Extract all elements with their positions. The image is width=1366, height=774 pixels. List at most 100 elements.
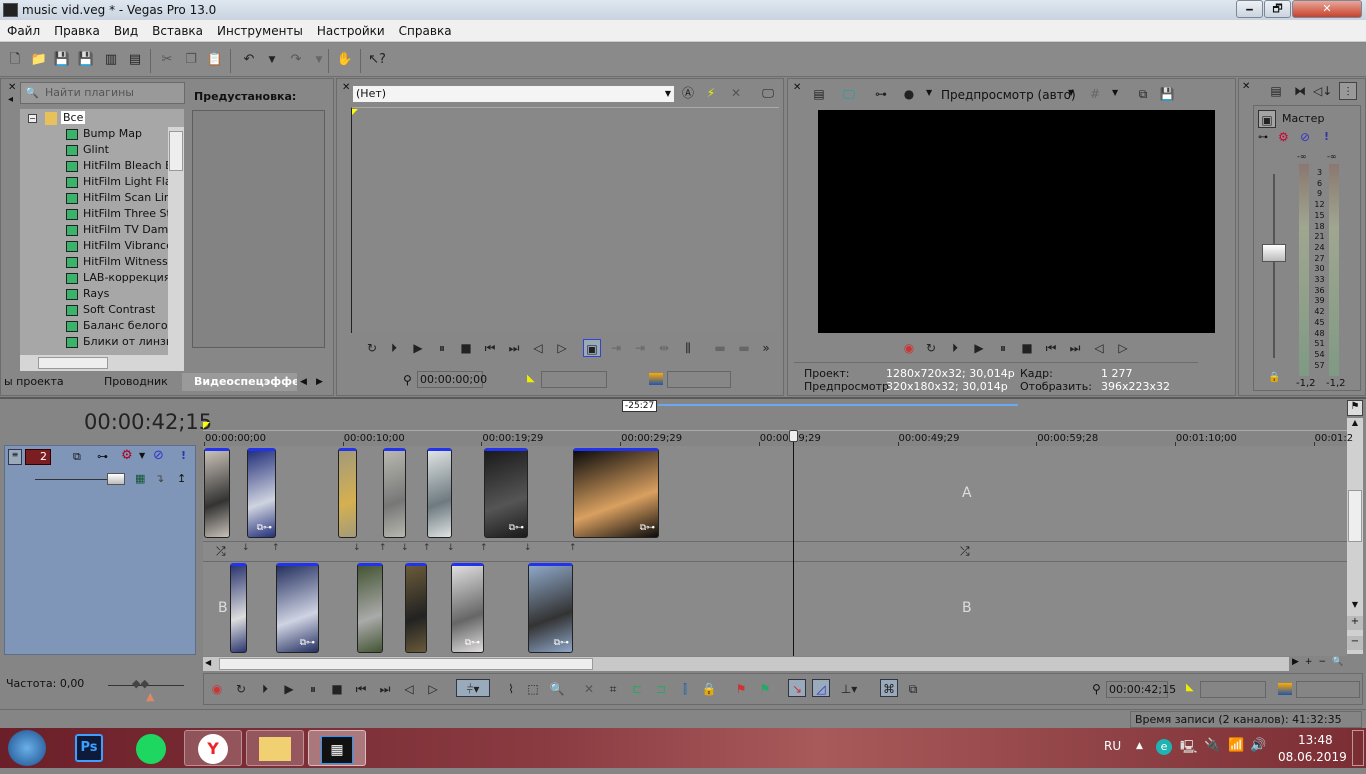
tree-horizontal-scrollbar[interactable] xyxy=(20,355,184,371)
video-event-a[interactable] xyxy=(204,448,230,538)
fx-chain-icon[interactable]: ⊶ xyxy=(1258,132,1268,143)
video-event-b[interactable] xyxy=(230,563,247,653)
cursor-position-field[interactable]: 00:00:42;15 xyxy=(1106,681,1176,698)
trimmer-view[interactable] xyxy=(351,107,779,333)
record-icon[interactable]: ◉ xyxy=(900,339,918,357)
split-dropdown-icon[interactable]: ▼ xyxy=(926,88,932,97)
video-event-a[interactable] xyxy=(427,448,452,538)
network-device-icon[interactable]: 🖳 xyxy=(1180,738,1197,760)
preview-quality-dropdown[interactable]: Предпросмотр (авто) xyxy=(941,88,1076,102)
composite-level-handle[interactable] xyxy=(107,473,125,485)
menu-insert[interactable]: Вставка xyxy=(145,20,210,42)
copy-icon[interactable]: ❐ xyxy=(182,51,200,69)
clock-time[interactable]: 13:48 xyxy=(1298,733,1333,747)
quality-dropdown-icon[interactable]: ▼ xyxy=(1068,88,1074,97)
marker-bar-toggle[interactable]: ⚑ xyxy=(1347,400,1363,416)
trimmer-out-field[interactable] xyxy=(541,371,607,388)
master-fader-handle[interactable] xyxy=(1262,244,1286,262)
video-event-a[interactable] xyxy=(383,448,406,538)
plugin-item[interactable]: Bump Map xyxy=(20,126,168,142)
play-from-start-icon[interactable]: ⏵ xyxy=(256,680,274,698)
selection-length-field[interactable] xyxy=(1296,681,1360,698)
plugin-item[interactable]: LAB-коррекция xyxy=(20,270,168,286)
taskbar-photoshop[interactable]: Ps xyxy=(75,734,103,762)
taskbar-spotify[interactable] xyxy=(136,734,166,764)
timeline-vertical-scrollbar[interactable]: ▲ ▼ + − xyxy=(1347,418,1363,654)
tree-root-all[interactable]: − Все xyxy=(20,110,168,126)
plugin-item[interactable]: HitFilm Light Flares xyxy=(20,174,168,190)
go-to-end-icon[interactable]: ⏭ xyxy=(376,680,394,698)
close-panel-icon[interactable]: ✕ xyxy=(793,82,801,93)
event-fx-icon[interactable]: ⧉⊶ xyxy=(509,523,524,533)
copy-snapshot-icon[interactable]: ⧉ xyxy=(1134,85,1152,103)
menu-tools[interactable]: Инструменты xyxy=(210,20,310,42)
normal-edit-tool-icon[interactable]: ⫩▾ xyxy=(456,679,490,697)
go-to-start-icon[interactable]: ⏮ xyxy=(352,680,370,698)
insert-bus-icon[interactable]: ⧓ xyxy=(1291,82,1309,100)
stop-icon[interactable]: ■ xyxy=(328,680,346,698)
trim-icon[interactable]: ⇹ xyxy=(655,339,673,357)
overlays-dropdown-icon[interactable]: ▼ xyxy=(1112,88,1118,97)
play-from-start-icon[interactable]: ⏵ xyxy=(946,339,964,357)
overwrite-icon[interactable]: ▣ xyxy=(583,339,601,357)
tree-vertical-scrollbar[interactable] xyxy=(168,127,184,355)
event-fx-icon[interactable]: ⧉⊶ xyxy=(640,523,655,533)
zoom-in-vertical[interactable]: + xyxy=(1347,616,1363,630)
loop-region-bar[interactable] xyxy=(658,404,1018,406)
selection-tool-icon[interactable]: ⬚ xyxy=(524,680,542,698)
video-event-b[interactable] xyxy=(405,563,427,653)
redo-icon[interactable]: ↷ xyxy=(287,51,305,69)
save-icon[interactable]: 💾 xyxy=(53,51,71,69)
trimmer-fx-icon[interactable]: ⚡ xyxy=(702,84,720,102)
insert-icon[interactable]: ⇥ xyxy=(607,339,625,357)
paste-icon[interactable]: 📋 xyxy=(206,51,224,69)
plugin-item[interactable]: HitFilm Scan Lines xyxy=(20,190,168,206)
plugin-item[interactable]: HitFilm Vibrance xyxy=(20,238,168,254)
enable-snapping-icon[interactable]: ✋ xyxy=(336,51,354,69)
minimize-button[interactable]: 🗕 xyxy=(1236,0,1263,18)
plugin-item[interactable]: HitFilm Bleach Byp xyxy=(20,158,168,174)
trimmer-properties-icon[interactable]: Ⓐ xyxy=(679,84,697,102)
close-button[interactable]: ✕ xyxy=(1292,0,1362,18)
close-panel-icon[interactable]: ✕ xyxy=(1242,81,1250,92)
marker-icon[interactable]: ▬ xyxy=(735,339,753,357)
language-indicator[interactable]: RU xyxy=(1104,739,1121,753)
record-icon[interactable]: ◉ xyxy=(208,680,226,698)
rate-slider-handle[interactable]: ◆◆ xyxy=(132,677,149,690)
make-compositing-parent-icon[interactable]: ↥ xyxy=(177,472,186,485)
delete-icon[interactable]: ✕ xyxy=(580,680,598,698)
prev-frame-icon[interactable]: ◁ xyxy=(529,339,547,357)
external-monitor-icon[interactable]: 🖵 xyxy=(840,85,858,103)
start-button[interactable] xyxy=(8,730,46,766)
trim-end-icon[interactable]: ⊐ xyxy=(652,680,670,698)
pause-icon[interactable]: ⏸ xyxy=(304,680,322,698)
trim-start-icon[interactable]: ⊏ xyxy=(628,680,646,698)
cut-icon[interactable]: ✂ xyxy=(158,51,176,69)
more-icon[interactable]: » xyxy=(757,339,775,357)
ignore-grouping-icon[interactable]: ⧉ xyxy=(904,680,922,698)
zoom-controls[interactable]: ▶+−🔍 xyxy=(1292,657,1364,671)
trimmer-length-field[interactable] xyxy=(667,371,731,388)
video-event-a[interactable] xyxy=(338,448,357,538)
event-fx-icon[interactable]: ⧉⊶ xyxy=(554,638,569,648)
solo-icon[interactable]: ! xyxy=(181,449,186,462)
play-icon[interactable]: ▶ xyxy=(970,339,988,357)
envelope-tool-icon[interactable]: ⌇ xyxy=(502,680,520,698)
undo-icon[interactable]: ↶ xyxy=(240,51,258,69)
auto-ripple-icon[interactable]: ↘ xyxy=(788,679,806,697)
clock-date[interactable]: 08.06.2019 xyxy=(1278,750,1347,764)
plugin-item[interactable]: Блики от линзы xyxy=(20,334,168,350)
video-event-a[interactable]: ⧉⊶ xyxy=(573,448,659,538)
master-mute-icon[interactable]: ▣ xyxy=(1258,110,1276,128)
stop-icon[interactable]: ■ xyxy=(1018,339,1036,357)
prev-frame-icon[interactable]: ◁ xyxy=(400,680,418,698)
loop-region-length[interactable]: -25:27 xyxy=(622,400,658,412)
region-icon[interactable]: ▬ xyxy=(711,339,729,357)
plugin-gear-icon[interactable]: ⚙ xyxy=(1278,130,1289,144)
overlays-icon[interactable]: # xyxy=(1086,85,1104,103)
plugin-item[interactable]: Rays xyxy=(20,286,168,302)
open-icon[interactable]: 📁 xyxy=(30,51,48,69)
loop-icon[interactable]: ↻ xyxy=(922,339,940,357)
split-icon[interactable]: ⫿ xyxy=(676,680,694,698)
timeline-horizontal-scrollbar[interactable]: ◀ xyxy=(203,657,1289,671)
